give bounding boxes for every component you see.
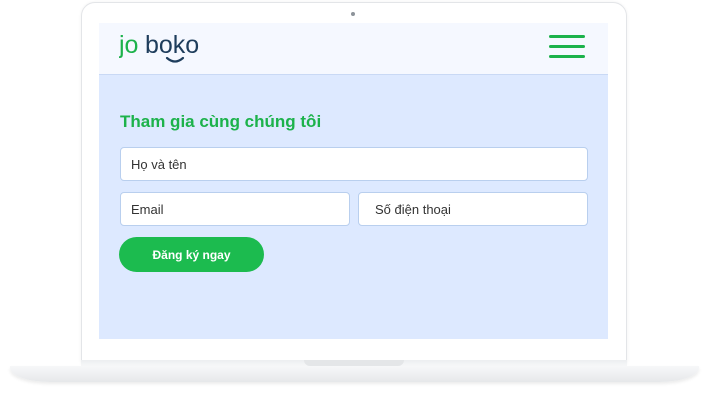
top-navigation-bar: jo boko — [99, 23, 608, 75]
logo-text-jo: jo — [119, 31, 138, 59]
menu-bar-top — [549, 35, 585, 38]
menu-bar-middle — [549, 45, 585, 48]
laptop-base — [10, 366, 699, 382]
email-input[interactable] — [120, 192, 350, 226]
phone-input[interactable] — [358, 192, 588, 226]
hamburger-menu-icon[interactable] — [549, 33, 585, 61]
register-button[interactable]: Đăng ký ngay — [119, 237, 264, 272]
camera-icon — [351, 12, 355, 16]
menu-bar-bottom — [549, 55, 585, 58]
laptop-notch — [304, 360, 404, 366]
logo-text-boko: boko — [145, 31, 199, 59]
screen: jo boko Tham gia cùng chúng tôi Đăng ký … — [99, 23, 608, 339]
form-title: Tham gia cùng chúng tôi — [120, 112, 322, 131]
full-name-input[interactable] — [120, 147, 588, 181]
joboko-logo[interactable]: jo boko — [119, 29, 209, 69]
